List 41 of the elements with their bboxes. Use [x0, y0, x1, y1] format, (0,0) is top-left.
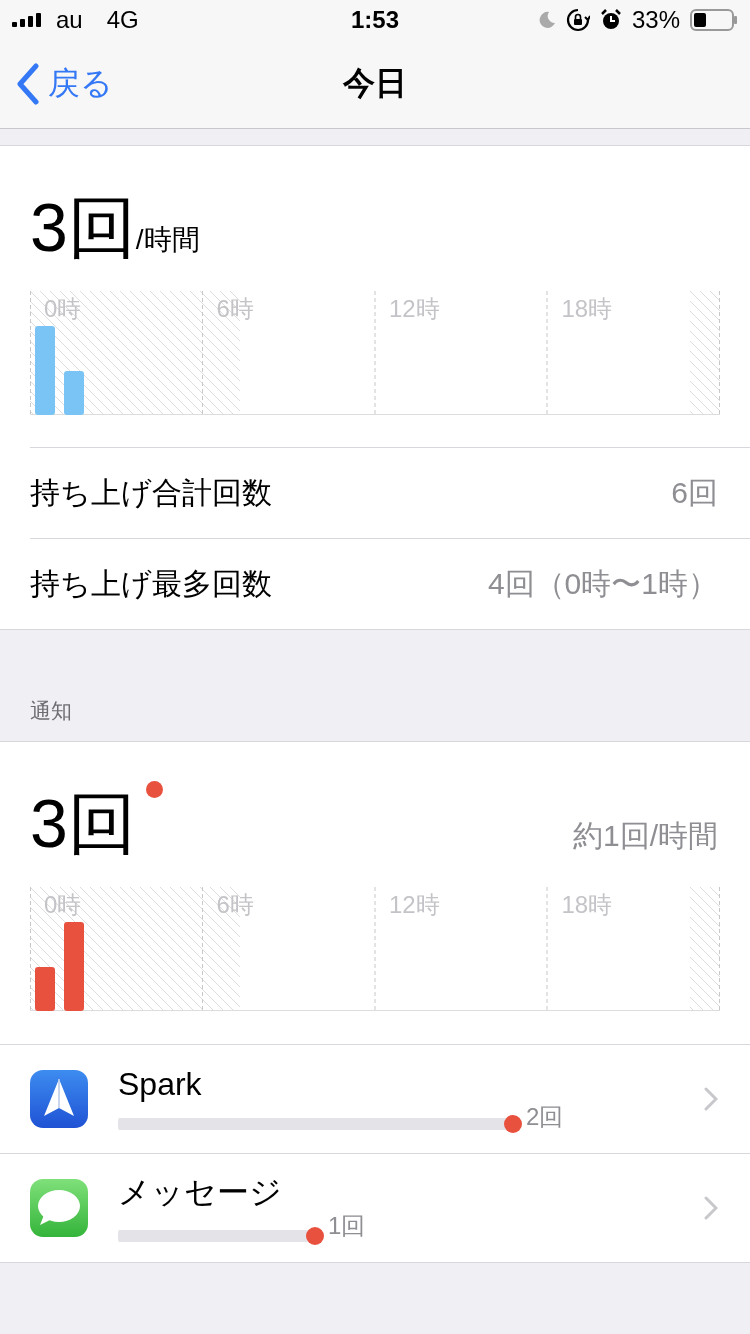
- app-name: メッセージ: [118, 1173, 283, 1212]
- chevron-right-icon: [704, 1196, 718, 1220]
- notification-count: 3回: [30, 789, 136, 857]
- pickup-rate: 3回: [30, 193, 136, 261]
- hour-label: 18時: [561, 294, 613, 324]
- clock-time: 1:53: [351, 6, 399, 34]
- page-title: 今日: [343, 64, 407, 103]
- hour-label: 12時: [389, 294, 440, 324]
- app-row[interactable]: メッセージ 1回: [0, 1153, 750, 1262]
- battery-icon: [690, 9, 738, 31]
- stat-label: 持ち上げ最多回数: [30, 565, 272, 602]
- alarm-icon: [599, 9, 622, 31]
- stat-value: 6回: [671, 474, 718, 511]
- stat-label: 持ち上げ合計回数: [30, 474, 272, 511]
- chevron-left-icon: [16, 63, 40, 105]
- app-row[interactable]: Spark 2回: [0, 1045, 750, 1153]
- notification-rate: 約1回/時間: [572, 818, 718, 854]
- chevron-right-icon: [704, 1087, 718, 1111]
- chart-bar: [35, 967, 55, 1011]
- hour-label: 6時: [216, 294, 254, 324]
- back-button[interactable]: 戻る: [0, 62, 113, 106]
- speech-bubble-app-icon: [30, 1179, 88, 1237]
- paper-plane-app-icon: [30, 1070, 88, 1128]
- chart-bar: [64, 371, 84, 415]
- notification-count-label: 2回: [526, 1102, 564, 1132]
- app-name: Spark: [118, 1065, 203, 1103]
- notification-count-label: 1回: [328, 1211, 366, 1241]
- carrier-name: au: [56, 6, 83, 34]
- rotation-lock-icon: [565, 8, 590, 32]
- hour-label: 6時: [216, 890, 254, 920]
- network-type: 4G: [106, 6, 139, 34]
- rate-unit: /時間: [135, 223, 200, 257]
- moon-icon: [537, 11, 556, 29]
- hour-label: 0時: [44, 294, 82, 324]
- notification-dot-icon: [145, 781, 163, 798]
- battery-percent: 33%: [631, 6, 680, 34]
- hour-label: 0時: [44, 890, 82, 920]
- hour-label: 12時: [389, 890, 440, 920]
- section-header: 通知: [30, 698, 72, 724]
- hour-label: 18時: [561, 890, 613, 920]
- stat-value: 4回（0時〜1時）: [487, 565, 718, 602]
